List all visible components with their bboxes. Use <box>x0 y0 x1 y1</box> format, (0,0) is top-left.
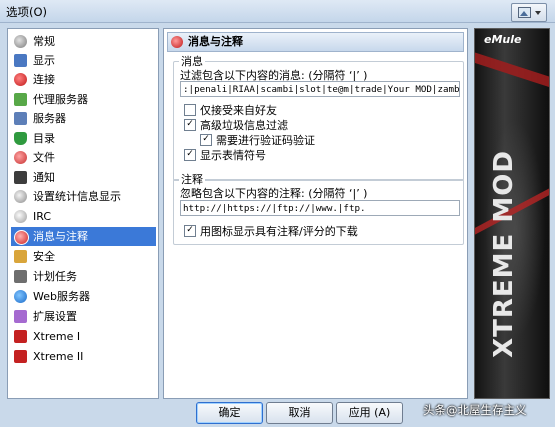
sidebar-item-statistics[interactable]: 设置统计信息显示 <box>11 187 156 206</box>
xtreme-icon <box>14 330 27 343</box>
globe-icon <box>14 290 27 303</box>
captcha-label: 需要进行验证码验证 <box>216 134 315 147</box>
page-header: 消息与注释 <box>167 32 464 52</box>
sidebar-item-proxy[interactable]: 代理服务器 <box>11 90 156 109</box>
message-icon <box>171 36 183 48</box>
comment-ignore-input[interactable]: http://|https://|ftp://|www.|ftp. <box>180 200 460 216</box>
sidebar-item-label: 扩展设置 <box>33 310 77 323</box>
sidebar-item-security[interactable]: 安全 <box>11 247 156 266</box>
sidebar-item-display[interactable]: 显示 <box>11 51 156 70</box>
sidebar-item-label: 目录 <box>33 132 55 145</box>
general-icon <box>14 35 27 48</box>
sidebar-item-extended[interactable]: 扩展设置 <box>11 307 156 326</box>
extended-settings-icon <box>14 310 27 323</box>
notification-icon <box>14 171 27 184</box>
window-title: 选项(O) <box>6 5 48 19</box>
clock-icon <box>14 270 27 283</box>
friends-only-label: 仅接受来自好友 <box>200 104 277 117</box>
sidebar-item-label: 连接 <box>33 73 55 86</box>
icon-rated-checkbox[interactable] <box>184 225 196 237</box>
picture-icon <box>518 7 531 18</box>
captcha-checkbox[interactable] <box>200 134 212 146</box>
sidebar-item-label: Xtreme II <box>33 350 84 363</box>
file-icon <box>14 151 27 164</box>
spam-filter-checkbox[interactable] <box>184 119 196 131</box>
sidebar-item-label: IRC <box>33 210 52 223</box>
sidebar-item-directories[interactable]: 目录 <box>11 129 156 148</box>
proxy-icon <box>14 93 27 106</box>
folder-icon <box>14 132 27 145</box>
options-sidebar: 常规 显示 连接 代理服务器 服务器 目录 文件 通知 设置统计信息显示 IRC… <box>7 28 159 399</box>
message-icon <box>14 230 29 245</box>
sidebar-item-scheduler[interactable]: 计划任务 <box>11 267 156 286</box>
banner-stripe <box>475 47 549 101</box>
comments-group: 注释 忽略包含以下内容的注释: (分隔符 ‘|’ ) http://|https… <box>173 171 464 245</box>
apply-button[interactable]: 应用 (A) <box>336 402 403 424</box>
icon-rated-label: 用图标显示具有注释/评分的下载 <box>200 225 358 238</box>
emoticons-label: 显示表情符号 <box>200 149 266 162</box>
message-filter-input[interactable]: :|penali|RIAA|scambi|slot|te@m|trade|You… <box>180 81 460 97</box>
sidebar-item-connection[interactable]: 连接 <box>11 70 156 89</box>
window-menu-button[interactable] <box>511 3 547 22</box>
sidebar-item-webserver[interactable]: Web服务器 <box>11 287 156 306</box>
sidebar-item-files[interactable]: 文件 <box>11 148 156 167</box>
spam-filter-label: 高级垃圾信息过滤 <box>200 119 288 132</box>
sidebar-item-label: 文件 <box>33 151 55 164</box>
lock-icon <box>14 250 27 263</box>
cancel-button[interactable]: 取消 <box>266 402 333 424</box>
sidebar-item-irc[interactable]: IRC <box>11 207 156 226</box>
sidebar-item-label: Web服务器 <box>33 290 90 303</box>
sidebar-item-label: 代理服务器 <box>33 93 88 106</box>
sidebar-item-notifications[interactable]: 通知 <box>11 168 156 187</box>
xtreme-icon <box>14 350 27 363</box>
statistics-icon <box>14 190 27 203</box>
connection-icon <box>14 73 27 86</box>
xtreme-mod-text: XTREME MOD <box>489 150 519 358</box>
irc-icon <box>14 210 27 223</box>
sidebar-item-label: Xtreme I <box>33 330 81 343</box>
sidebar-item-messages[interactable]: 消息与注释 <box>11 227 156 246</box>
sidebar-item-label: 通知 <box>33 171 55 184</box>
sidebar-item-label: 显示 <box>33 54 55 67</box>
watermark: 头条@北屋生存主义 <box>423 403 527 417</box>
sidebar-item-label: 服务器 <box>33 112 66 125</box>
sidebar-item-label: 安全 <box>33 250 55 263</box>
sidebar-item-server[interactable]: 服务器 <box>11 109 156 128</box>
sidebar-item-general[interactable]: 常规 <box>11 32 156 51</box>
sidebar-item-label: 计划任务 <box>33 270 77 283</box>
page-title: 消息与注释 <box>188 35 243 48</box>
xtreme-skin-banner: eMule XTREME MOD <box>474 28 550 399</box>
comment-ignore-label: 忽略包含以下内容的注释: (分隔符 ‘|’ ) <box>180 187 368 200</box>
emule-logo: eMule <box>484 33 522 46</box>
sidebar-item-label: 常规 <box>33 35 55 48</box>
sidebar-item-label: 消息与注释 <box>33 230 88 243</box>
sidebar-item-xtreme-1[interactable]: Xtreme I <box>11 327 156 346</box>
monitor-icon <box>14 54 27 67</box>
settings-panel: 消息与注释 消息 过滤包含以下内容的消息: (分隔符 ‘|’ ) :|penal… <box>163 28 468 399</box>
emoticons-checkbox[interactable] <box>184 149 196 161</box>
server-icon <box>14 112 27 125</box>
messages-group: 消息 过滤包含以下内容的消息: (分隔符 ‘|’ ) :|penali|RIAA… <box>173 53 464 181</box>
friends-only-checkbox[interactable] <box>184 104 196 116</box>
ok-button[interactable]: 确定 <box>196 402 263 424</box>
sidebar-item-xtreme-2[interactable]: Xtreme II <box>11 347 156 366</box>
title-bar: 选项(O) <box>0 0 555 23</box>
dropdown-arrow-icon <box>535 11 541 15</box>
sidebar-item-label: 设置统计信息显示 <box>33 190 121 203</box>
